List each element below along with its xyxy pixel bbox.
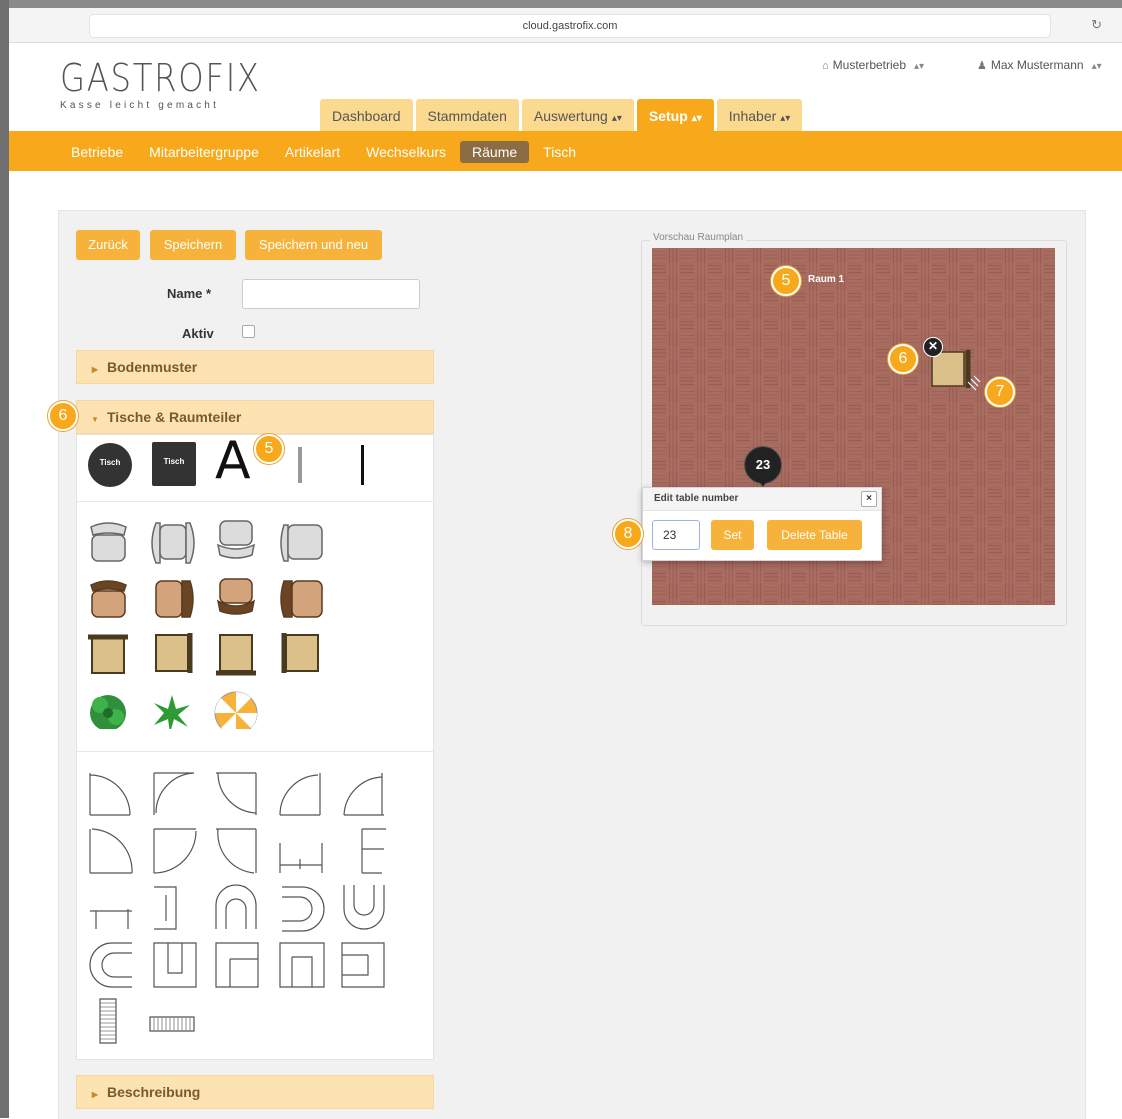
caret-icon: ▴▾ — [1091, 61, 1102, 72]
user-icon: ♟ — [977, 60, 987, 72]
popover-header: Edit table number × — [643, 488, 881, 511]
tab-label: Stammdaten — [427, 108, 507, 124]
tab-label: Dashboard — [332, 108, 401, 124]
active-checkbox[interactable] — [242, 325, 255, 338]
caret-down-icon: ▼ — [91, 415, 99, 424]
furniture-palette: Tisch Tisch A — [76, 433, 434, 1060]
user-menu[interactable]: ♟ Max Mustermann ▴▾ — [977, 58, 1102, 72]
popover-title: Edit table number — [654, 493, 739, 504]
caret-right-icon: ▶ — [91, 1090, 99, 1099]
logo-tagline: Kasse leicht gemacht — [60, 100, 220, 111]
logo-wordmark: GASTROFIX — [60, 56, 261, 100]
gastrofix-logo: GASTROFIX Kasse leicht gemacht — [60, 58, 296, 111]
tab-label: Auswertung — [533, 108, 608, 124]
subnav-wechselkurs[interactable]: Wechselkurs — [354, 141, 458, 163]
subnav-betriebe[interactable]: Betriebe — [59, 141, 135, 163]
tab-label: Inhaber — [728, 108, 777, 124]
tab-inhaber[interactable]: Inhaber ▴▾ — [716, 99, 803, 131]
accordion-label: Tische & Raumteiler — [107, 409, 242, 425]
window-frame-left — [0, 0, 9, 1118]
caret-icon: ▴▾ — [914, 61, 925, 72]
save-and-new-button[interactable]: Speichern und neu — [245, 230, 382, 260]
thin-divider-item[interactable] — [298, 447, 302, 483]
business-switcher[interactable]: ⌂ Musterbetrieb ▴▾ — [822, 58, 924, 72]
tab-label: Setup — [648, 108, 688, 124]
table-number-pointer — [758, 479, 768, 487]
caret-right-icon: ▶ — [91, 365, 99, 374]
callout-badge-6: 6 — [888, 344, 918, 374]
address-bar[interactable]: cloud.gastrofix.com — [89, 14, 1051, 38]
room-name-label[interactable]: Raum 1 — [808, 274, 844, 285]
accordion-label: Beschreibung — [107, 1084, 201, 1100]
back-button[interactable]: Zurück — [76, 230, 140, 260]
callout-badge-5: 5 — [771, 266, 801, 296]
accordion-label: Bodenmuster — [107, 359, 198, 375]
palette-separator — [77, 501, 433, 502]
close-icon[interactable]: × — [861, 491, 877, 507]
edit-table-popover: Edit table number × 23 Set Delete Table — [642, 487, 882, 561]
tab-stammdaten[interactable]: Stammdaten — [415, 99, 519, 131]
subnav-artikelart[interactable]: Artikelart — [273, 141, 352, 163]
table-number-input[interactable]: 23 — [652, 520, 700, 550]
sub-navigation: Betriebe Mitarbeitergruppe Artikelart We… — [9, 131, 1122, 171]
name-input[interactable] — [242, 279, 420, 309]
browser-toolbar: cloud.gastrofix.com ↻ — [9, 8, 1122, 43]
text-tool-item[interactable]: A — [215, 433, 251, 489]
caret-icon: ▴▾ — [780, 113, 791, 124]
business-name: Musterbetrieb — [832, 58, 907, 72]
callout-badge-8: 8 — [613, 519, 643, 549]
accordion-beschreibung[interactable]: ▶ Beschreibung — [76, 1075, 434, 1109]
main-navigation: Dashboard Stammdaten Auswertung ▴▾ Setup ▴… — [320, 99, 805, 131]
window-frame-top — [0, 0, 1122, 8]
reload-icon[interactable]: ↻ — [1091, 14, 1102, 36]
user-name: Max Mustermann — [990, 58, 1084, 72]
thick-divider-item[interactable] — [361, 445, 364, 485]
tab-dashboard[interactable]: Dashboard — [320, 99, 413, 131]
callout-badge-7: 7 — [985, 377, 1015, 407]
palette-separator — [77, 751, 433, 752]
delete-table-button[interactable]: Delete Table — [767, 520, 862, 550]
round-table-label: Tisch — [99, 458, 121, 467]
caret-icon: ▴▾ — [611, 113, 622, 124]
save-button[interactable]: Speichern — [150, 230, 236, 260]
callout-badge-6: 6 — [48, 401, 78, 431]
subnav-raeume[interactable]: Räume — [460, 141, 530, 163]
tab-setup[interactable]: Setup ▴▾ — [636, 99, 714, 131]
callout-badge-5: 5 — [254, 434, 284, 464]
wall-door-stairs-grid[interactable] — [86, 769, 386, 1049]
tab-auswertung[interactable]: Auswertung ▴▾ — [521, 99, 634, 131]
chair-grid[interactable] — [86, 519, 336, 729]
accordion-bodenmuster[interactable]: ▶ Bodenmuster — [76, 350, 434, 384]
name-label: Name * — [167, 286, 212, 301]
subnav-mitarbeitergruppe[interactable]: Mitarbeitergruppe — [137, 141, 271, 163]
subnav-tisch[interactable]: Tisch — [531, 141, 588, 163]
accordion-tische-raumteiler[interactable]: ▼ Tische & Raumteiler — [76, 400, 434, 434]
room-preview-legend: Vorschau Raumplan — [650, 232, 747, 243]
remove-item-icon[interactable]: ✕ — [923, 337, 943, 357]
caret-icon: ▴▾ — [691, 113, 702, 124]
set-button[interactable]: Set — [711, 520, 754, 550]
home-icon: ⌂ — [822, 60, 829, 72]
square-table-label: Tisch — [163, 457, 185, 466]
active-label: Aktiv — [182, 326, 214, 341]
